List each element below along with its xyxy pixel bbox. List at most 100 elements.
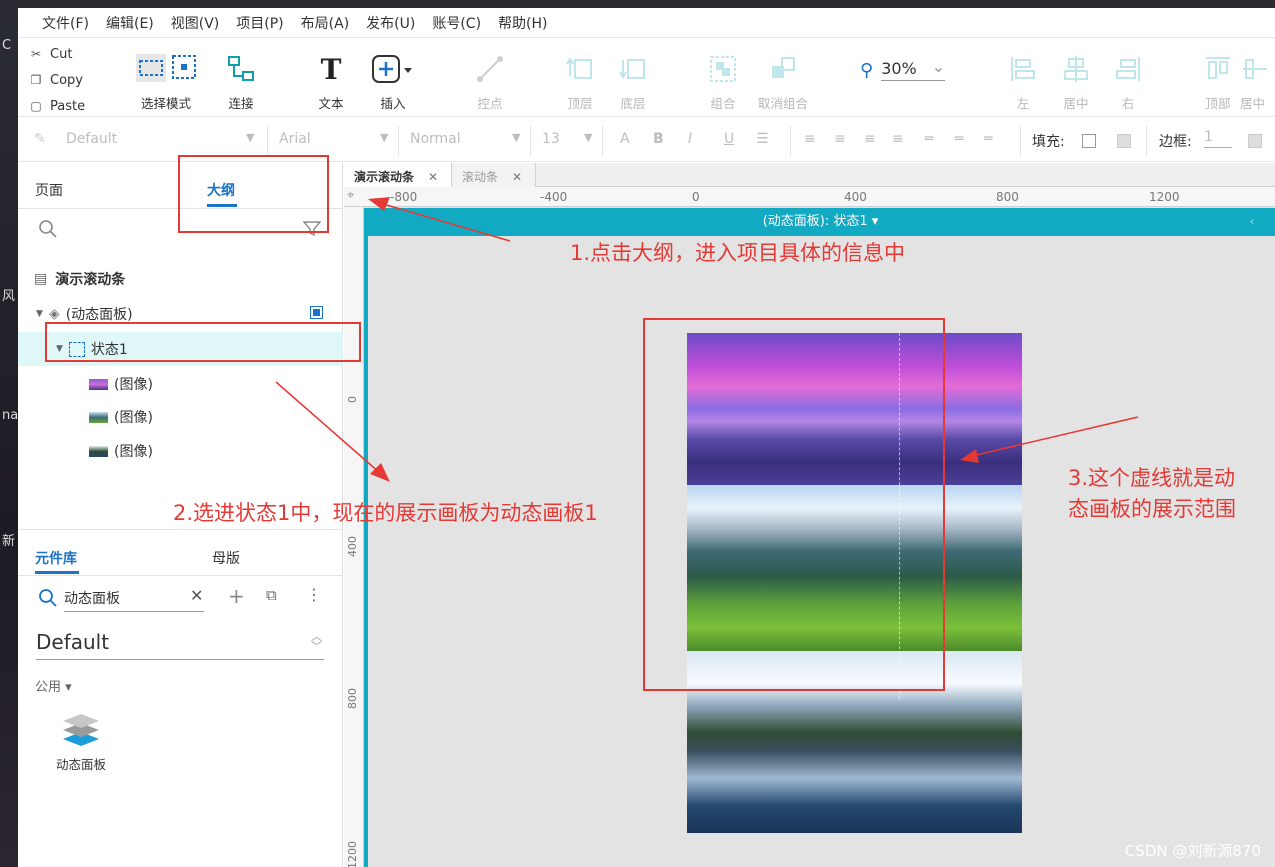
tree-image-2[interactable]: (图像) xyxy=(18,400,343,434)
border-color-swatch[interactable] xyxy=(1248,134,1262,148)
bold-icon[interactable]: B xyxy=(653,131,664,147)
library-tabs: 元件库 母版 xyxy=(18,530,343,576)
chevron-down-icon: ▼ xyxy=(246,131,255,144)
visibility-toggle-icon[interactable] xyxy=(310,306,323,319)
menu-edit[interactable]: 编辑(E) xyxy=(98,13,163,33)
font-dropdown[interactable]: Arial xyxy=(279,131,311,147)
zoom-magnifier-icon: ⚲ xyxy=(860,59,874,81)
select-mode-button[interactable]: 选择模式 xyxy=(130,51,202,112)
insert-plus-icon xyxy=(358,51,428,87)
library-search: 动态面板 ✕ + ⧉ ⋮ xyxy=(36,584,324,612)
chevron-left-icon[interactable]: ‹ xyxy=(1249,208,1255,236)
annotation-box-state xyxy=(45,322,361,362)
zoom-control[interactable]: ⚲ 30% xyxy=(860,57,946,81)
ruler-tick: 400 xyxy=(844,190,867,204)
ungroup-button[interactable]: 取消组合 xyxy=(748,51,818,112)
align-middle-button[interactable]: 居中 xyxy=(1240,51,1275,112)
font-color-icon[interactable]: A xyxy=(620,131,630,147)
annotation-box-outline-tab xyxy=(178,155,329,233)
paste-button[interactable]: ▢ Paste xyxy=(30,93,110,119)
text-tool-button[interactable]: T 文本 xyxy=(296,51,366,112)
insert-button[interactable]: 插入 xyxy=(358,51,428,112)
menu-help[interactable]: 帮助(H) xyxy=(490,13,556,33)
divider xyxy=(530,126,531,156)
tab-masters[interactable]: 母版 xyxy=(212,548,240,568)
clear-icon[interactable]: ✕ xyxy=(190,586,203,605)
dynamic-panel-widget[interactable]: 动态面板 xyxy=(48,708,114,773)
weight-dropdown[interactable]: Normal xyxy=(410,131,461,147)
ruler-tick: 1200 xyxy=(346,841,359,867)
crosshair-icon: ⌖ xyxy=(347,188,355,203)
menu-file[interactable]: 文件(F) xyxy=(34,13,98,33)
text-align-center-icon[interactable]: ≡ xyxy=(834,131,846,147)
list-icon[interactable]: ☰ xyxy=(756,131,769,147)
axure-window: 文件(F) 编辑(E) 视图(V) 项目(P) 布局(A) 发布(U) 账号(C… xyxy=(18,8,1275,867)
close-icon[interactable]: ✕ xyxy=(428,170,438,184)
more-options-icon[interactable]: ⋮ xyxy=(306,585,322,604)
text-t-icon: T xyxy=(320,52,342,86)
canvas-tabs: 演示滚动条 ✕ 滚动条 ✕ xyxy=(344,163,1275,187)
border-label: 边框: xyxy=(1159,134,1192,150)
font-size-dropdown[interactable]: 13 xyxy=(542,131,560,147)
cut-label: Cut xyxy=(50,46,73,62)
valign-middle-icon[interactable]: ═ xyxy=(955,131,963,147)
shadow-swatch[interactable] xyxy=(1117,134,1131,148)
menu-account[interactable]: 账号(C) xyxy=(424,13,490,33)
cut-button[interactable]: ✂ Cut xyxy=(30,41,110,67)
library-select[interactable]: Default ︿ ﹀ xyxy=(36,630,324,660)
widget-label: 动态面板 xyxy=(55,757,106,772)
add-library-icon[interactable]: + xyxy=(228,584,245,608)
connector-icon xyxy=(206,51,276,87)
close-icon[interactable]: ✕ xyxy=(512,170,522,184)
underline-icon[interactable]: U xyxy=(724,131,734,147)
library-search-input[interactable]: 动态面板 xyxy=(64,588,204,612)
insert-label: 插入 xyxy=(380,96,406,111)
tab-scrollbar[interactable]: 滚动条 ✕ xyxy=(452,163,536,187)
align-right-button[interactable]: 右 xyxy=(1093,51,1163,112)
ruler-tick: 400 xyxy=(346,536,359,557)
tab-demo-scroll[interactable]: 演示滚动条 ✕ xyxy=(344,163,452,187)
fill-color-swatch[interactable] xyxy=(1082,134,1096,148)
library-window-icon[interactable]: ⧉ xyxy=(266,586,277,604)
desktop-label: 风 xyxy=(2,289,16,304)
tree-page-item[interactable]: ▤ 演示滚动条 xyxy=(18,262,343,296)
border-width-input[interactable]: 1 xyxy=(1204,129,1232,148)
valign-bottom-icon[interactable]: ═ xyxy=(984,131,992,147)
tab-pages[interactable]: 页面 xyxy=(35,180,63,200)
send-to-bottom-button[interactable]: 底层 xyxy=(598,51,668,112)
text-justify-icon[interactable]: ≡ xyxy=(892,131,904,147)
ruler-tick: -800 xyxy=(390,190,418,204)
chevron-down-icon: ▼ xyxy=(584,131,593,144)
menu-publish[interactable]: 发布(U) xyxy=(358,13,424,33)
tree-image-1[interactable]: (图像) xyxy=(18,367,343,401)
library-group-label[interactable]: 公用 ▾ xyxy=(35,676,72,695)
widget-library: 元件库 母版 动态面板 ✕ + ⧉ ⋮ Default ︿ ﹀ 公用 ▾ 动态面板 xyxy=(18,529,343,867)
text-align-right-icon[interactable]: ≡ xyxy=(864,131,876,147)
style-dropdown[interactable]: Default xyxy=(66,131,117,147)
panel-state-dropdown[interactable]: (动态面板): 状态1 ▾ xyxy=(763,214,879,229)
italic-icon[interactable]: I xyxy=(688,131,692,147)
text-align-left-icon[interactable]: ≡ xyxy=(804,131,816,147)
fill-label: 填充: xyxy=(1032,134,1065,150)
tab-label: 演示滚动条 xyxy=(354,170,415,184)
dynamic-panel-header[interactable]: (动态面板): 状态1 ▾ ‹ xyxy=(366,208,1275,236)
menu-view[interactable]: 视图(V) xyxy=(163,13,229,33)
connect-button[interactable]: 连接 xyxy=(206,51,276,112)
page-icon: ▤ xyxy=(34,271,48,287)
tree-image-3[interactable]: (图像) xyxy=(18,434,343,468)
annotation-note-3b: 态画板的展示范围 xyxy=(1068,497,1236,521)
annotation-note-3a: 3.这个虚线就是动 xyxy=(1068,466,1236,490)
chevron-updown-icon: ︿ ﹀ xyxy=(311,630,322,653)
tree-image-label: (图像) xyxy=(114,410,153,426)
layers-icon: ◈ xyxy=(48,306,60,322)
align-right-label: 右 xyxy=(1121,96,1135,111)
valign-top-icon[interactable]: ═ xyxy=(925,131,933,147)
menu-layout[interactable]: 布局(A) xyxy=(293,13,359,33)
tab-widgets[interactable]: 元件库 xyxy=(35,548,77,568)
zoom-value[interactable]: 30% xyxy=(881,57,946,81)
copy-button[interactable]: ❐ Copy xyxy=(30,67,110,93)
point-button[interactable]: 控点 xyxy=(455,51,525,112)
menu-project[interactable]: 项目(P) xyxy=(228,13,292,33)
divider xyxy=(602,126,603,156)
paste-icon: ▢ xyxy=(30,99,42,113)
